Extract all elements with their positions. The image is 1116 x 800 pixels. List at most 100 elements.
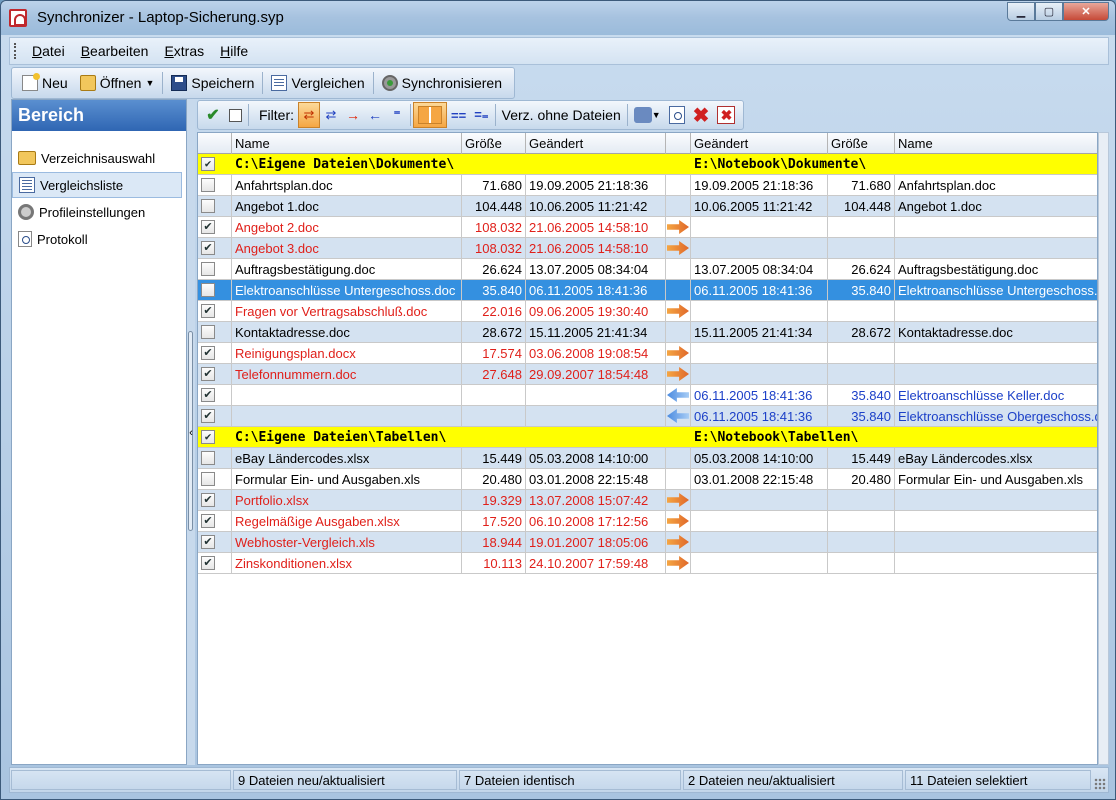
- table-row[interactable]: Kontaktadresse.doc 28.672 15.11.2005 21:41…: [198, 322, 1097, 343]
- copy-right-arrow-icon[interactable]: [667, 304, 689, 318]
- sidebar-item-verzeichnisauswahl[interactable]: Verzeichnisauswahl: [12, 145, 182, 171]
- menu-bearbeiten[interactable]: Bearbeiten: [73, 43, 157, 59]
- title-bar[interactable]: Synchronizer - Laptop-Sicherung.syp ▁ ▢ …: [1, 1, 1115, 35]
- row-checkbox[interactable]: ✔: [201, 304, 215, 318]
- filter-equal-button[interactable]: ⁼: [386, 102, 408, 128]
- table-row[interactable]: Elektroanschlüsse Untergeschoss.doc 35.84…: [198, 280, 1097, 301]
- vertical-scrollbar[interactable]: [1098, 132, 1109, 765]
- table-row[interactable]: ✔ Webhoster-Vergleich.xls 18.944 19.01.2007…: [198, 532, 1097, 553]
- open-button[interactable]: Öffnen ▼: [74, 70, 161, 96]
- folder-row[interactable]: ✔ C:\Eigene Dateien\Tabellen\ E:\Notebook\…: [198, 427, 1097, 448]
- table-row[interactable]: ✔ Regelmäßige Ausgaben.xlsx 17.520 06.10.20…: [198, 511, 1097, 532]
- row-checkbox[interactable]: ✔: [201, 493, 215, 507]
- row-checkbox[interactable]: ✔: [201, 409, 215, 423]
- close-button[interactable]: ✕: [1063, 2, 1109, 21]
- dir-without-files-button[interactable]: Verz. ohne Dateien: [498, 102, 625, 128]
- row-checkbox[interactable]: [201, 262, 215, 276]
- toolbar-separator: [262, 72, 264, 94]
- table-row[interactable]: ✔ Fragen vor Vertragsabschluß.doc 22.016 09…: [198, 301, 1097, 322]
- row-checkbox[interactable]: [201, 451, 215, 465]
- copy-left-arrow-icon[interactable]: [667, 409, 689, 423]
- copy-right-arrow-icon[interactable]: [667, 346, 689, 360]
- filter-right-button[interactable]: →: [342, 102, 364, 128]
- row-checkbox[interactable]: [201, 178, 215, 192]
- sidebar-item-profileinstellungen[interactable]: Profileinstellungen: [12, 199, 182, 225]
- row-checkbox[interactable]: ✔: [201, 556, 215, 570]
- column-header-right-size[interactable]: Größe: [828, 133, 895, 154]
- column-header-left-date[interactable]: Geändert: [526, 133, 666, 154]
- row-checkbox[interactable]: ✔: [201, 514, 215, 528]
- column-header-right-date[interactable]: Geändert: [691, 133, 828, 154]
- column-header-check[interactable]: [198, 133, 232, 154]
- copy-right-arrow-icon[interactable]: [667, 556, 689, 570]
- copy-right-arrow-icon[interactable]: [667, 220, 689, 234]
- save-button[interactable]: Speichern: [165, 70, 260, 96]
- left-file-size: 108.032: [462, 238, 526, 258]
- collapse-arrow-icon[interactable]: ‹: [187, 427, 195, 439]
- row-checkbox[interactable]: ✔: [201, 535, 215, 549]
- filter-changed-button[interactable]: ⇄: [320, 102, 342, 128]
- copy-right-arrow-icon[interactable]: [667, 535, 689, 549]
- row-checkbox[interactable]: ✔: [201, 157, 215, 171]
- compare-button[interactable]: Vergleichen: [265, 70, 370, 96]
- table-row[interactable]: Auftragsbestätigung.doc 26.624 13.07.2005 …: [198, 259, 1097, 280]
- delete-selection-button[interactable]: ✖: [713, 102, 739, 128]
- column-header-left-name[interactable]: Name: [232, 133, 462, 154]
- sidebar-item-vergleichsliste[interactable]: Vergleichsliste: [12, 172, 182, 198]
- row-checkbox[interactable]: [201, 199, 215, 213]
- new-button[interactable]: Neu: [16, 70, 74, 96]
- menu-grip[interactable]: [14, 43, 18, 59]
- table-row[interactable]: Formular Ein- und Ausgaben.xls 20.480 03.0…: [198, 469, 1097, 490]
- row-checkbox[interactable]: ✔: [201, 367, 215, 381]
- show-both-columns-button[interactable]: [413, 102, 447, 128]
- filter-both-directions-button[interactable]: ⇄: [298, 102, 320, 128]
- copy-right-arrow-icon[interactable]: [667, 241, 689, 255]
- table-row[interactable]: Angebot 1.doc 104.448 10.06.2005 11:21:42 1…: [198, 196, 1097, 217]
- menu-datei[interactable]: Datei: [24, 43, 73, 59]
- row-checkbox[interactable]: [201, 325, 215, 339]
- row-checkbox[interactable]: ✔: [201, 388, 215, 402]
- copy-right-arrow-icon[interactable]: [667, 367, 689, 381]
- copy-right-arrow-icon[interactable]: [667, 514, 689, 528]
- table-row[interactable]: ✔ 06.11.2005 18:41:36 35.840 Elektroanschlü…: [198, 406, 1097, 427]
- sync-label: Synchronisieren: [401, 75, 502, 91]
- row-checkbox[interactable]: ✔: [201, 241, 215, 255]
- filter-left-button[interactable]: ←: [364, 102, 386, 128]
- chevron-down-icon[interactable]: ▼: [145, 78, 154, 88]
- row-checkbox[interactable]: ✔: [201, 220, 215, 234]
- uncheck-all-button[interactable]: [224, 102, 246, 128]
- table-row[interactable]: Anfahrtsplan.doc 71.680 19.09.2005 21:18:3…: [198, 175, 1097, 196]
- maximize-button[interactable]: ▢: [1035, 2, 1063, 21]
- resize-grip[interactable]: [1094, 778, 1106, 790]
- menu-hilfe[interactable]: Hilfe: [212, 43, 256, 59]
- checkbox-cell: [198, 259, 232, 279]
- table-row[interactable]: ✔ Angebot 3.doc 108.032 21.06.2005 14:58:10: [198, 238, 1097, 259]
- row-checkbox[interactable]: [201, 283, 215, 297]
- network-dropdown-button[interactable]: ▼: [630, 102, 665, 128]
- row-checkbox[interactable]: ✔: [201, 346, 215, 360]
- table-row[interactable]: ✔ Telefonnummern.doc 27.648 29.09.2007 18:5…: [198, 364, 1097, 385]
- synchronize-button[interactable]: Synchronisieren: [376, 70, 508, 96]
- minimize-button[interactable]: ▁: [1007, 2, 1035, 21]
- copy-left-arrow-icon[interactable]: [667, 388, 689, 402]
- table-row[interactable]: ✔ Zinskonditionen.xlsx 10.113 24.10.2007 17…: [198, 553, 1097, 574]
- column-header-left-size[interactable]: Größe: [462, 133, 526, 154]
- column-header-direction[interactable]: [666, 133, 691, 154]
- table-row[interactable]: eBay Ländercodes.xlsx 15.449 05.03.2008 14…: [198, 448, 1097, 469]
- preview-button[interactable]: [665, 102, 689, 128]
- row-checkbox[interactable]: ✔: [201, 430, 215, 444]
- menu-extras[interactable]: Extras: [156, 43, 212, 59]
- folder-row[interactable]: ✔ C:\Eigene Dateien\Dokumente\ E:\Notebook…: [198, 154, 1097, 175]
- check-all-button[interactable]: ✔: [202, 102, 224, 128]
- table-row[interactable]: ✔ Portfolio.xlsx 19.329 13.07.2008 15:07:42: [198, 490, 1097, 511]
- show-similar-button[interactable]: =₌: [470, 102, 492, 128]
- table-row[interactable]: ✔ Angebot 2.doc 108.032 21.06.2005 14:58:10: [198, 217, 1097, 238]
- copy-right-arrow-icon[interactable]: [667, 493, 689, 507]
- table-row[interactable]: ✔ 06.11.2005 18:41:36 35.840 Elektroanschlü…: [198, 385, 1097, 406]
- column-header-right-name[interactable]: Name: [895, 133, 1097, 154]
- table-row[interactable]: ✔ Reinigungsplan.docx 17.574 03.06.2008 19:…: [198, 343, 1097, 364]
- delete-button[interactable]: ✖: [689, 102, 714, 128]
- show-identical-button[interactable]: ==: [447, 102, 470, 128]
- row-checkbox[interactable]: [201, 472, 215, 486]
- sidebar-item-protokoll[interactable]: Protokoll: [12, 226, 182, 252]
